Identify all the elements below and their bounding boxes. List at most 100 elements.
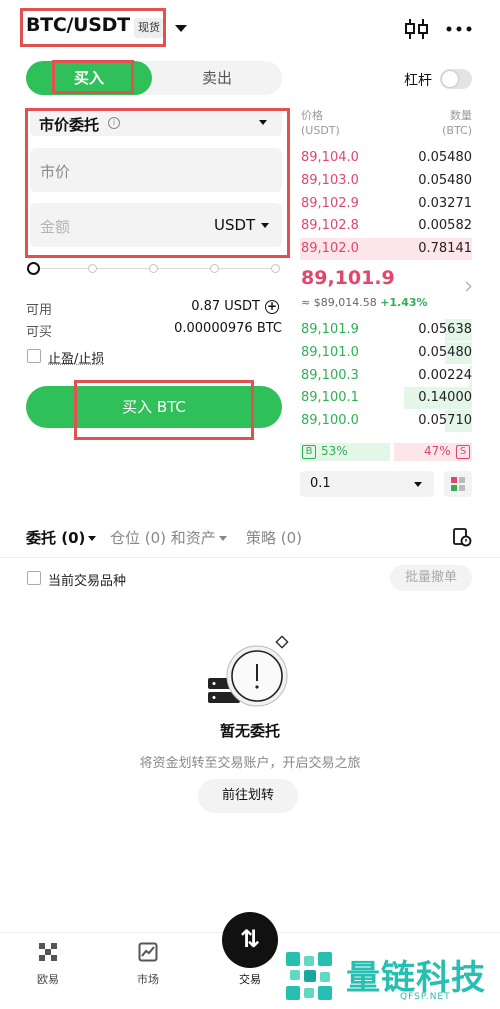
book-layout-icon [451,477,465,491]
price-unit: (USDT) [301,124,340,137]
sell-tab[interactable]: 卖出 [152,61,282,95]
bid-row[interactable]: 89,101.0 0.05480 [300,341,472,364]
qty-unit: (BTC) [442,124,472,137]
pair-dropdown-icon[interactable] [175,25,187,32]
batch-cancel-button[interactable]: 批量撤单 [390,565,472,591]
trading-pair-title[interactable]: BTC/USDT [26,14,130,36]
current-symbol-checkbox[interactable] [27,571,41,585]
tab-orders-label: 委托 (0) [26,529,86,547]
depth-step-value: 0.1 [310,476,331,491]
info-icon[interactable]: i [108,117,120,129]
ask-qty: 0.78141 [418,241,472,257]
buyable-label: 可买 [26,325,53,340]
sell-badge: S [456,445,470,459]
slider-step-100[interactable] [271,264,280,273]
bid-row[interactable]: 89,101.9 0.05638 [300,319,472,341]
market-icon[interactable] [138,942,158,962]
watermark-subtext: QFSP.NET [400,992,451,1002]
ask-row[interactable]: 89,102.8 0.00582 [300,215,472,237]
bid-price: 89,100.1 [301,390,359,406]
amount-field[interactable]: 金额 USDT [30,203,282,247]
ask-qty: 0.05480 [418,150,472,165]
bid-row[interactable]: 89,100.3 0.00224 [300,364,472,387]
more-icon[interactable] [446,26,472,32]
nav-market-label[interactable]: 市场 [118,971,178,987]
slider-step-50[interactable] [149,264,158,273]
empty-orders-illustration [208,635,289,707]
ask-qty: 0.03271 [418,195,472,211]
bid-qty: 0.05480 [418,344,472,360]
reference-price: ≈ $89,014.58 +1.43% [301,296,428,309]
transfer-button[interactable]: 前往划转 [198,779,298,813]
bid-qty: 0.05710 [418,413,472,429]
tab-orders[interactable]: 委托 (0) [26,527,97,548]
sell-ratio: 47% [424,444,451,458]
bid-qty: 0.00224 [418,367,472,383]
add-funds-icon[interactable]: + [265,300,279,314]
reference-price-value: ≈ $89,014.58 [301,296,377,309]
amount-slider-handle[interactable] [27,262,40,275]
slider-step-25[interactable] [88,264,97,273]
buy-btc-button[interactable]: 买入 BTC [26,386,282,428]
ask-price: 89,102.0 [301,241,359,257]
ask-row[interactable]: 89,102.0 0.78141 [300,238,472,261]
nav-home-label[interactable]: 欧易 [18,971,78,987]
spot-badge: 现货 [134,18,164,38]
depth-caret-icon [414,482,422,487]
ask-row[interactable]: 89,102.9 0.03271 [300,193,472,215]
empty-state-description: 将资金划转至交易账户，开启交易之旅 [139,756,361,771]
bid-price: 89,100.0 [301,413,359,429]
buy-tab[interactable]: 买入 [26,61,152,95]
ask-price: 89,103.0 [301,172,359,188]
price-change: +1.43% [380,296,428,309]
ask-row[interactable]: 89,103.0 0.05480 [300,170,472,192]
available-value: 0.87 USDT [191,299,260,314]
amount-unit-caret-icon[interactable] [261,223,269,228]
qty-header: 数量 [450,109,472,122]
watermark-logo [286,952,332,1000]
amount-placeholder: 金额 [40,218,71,236]
tab-orders-caret-icon [88,536,97,541]
tab-positions-label: 仓位 (0) 和资产 [110,529,216,547]
buy-badge: B [302,445,316,459]
last-price: 89,101.9 [301,267,395,289]
ask-price: 89,104.0 [301,150,359,165]
depth-step-select[interactable]: 0.1 [300,471,434,497]
empty-state-title: 暂无委托 [219,722,280,740]
bid-price: 89,100.3 [301,367,359,383]
price-header: 价格 [301,109,323,122]
ask-qty: 0.05480 [418,172,472,188]
buy-ratio: 53% [321,444,348,458]
tpsl-checkbox[interactable] [27,349,41,363]
tabs-divider [0,557,500,558]
trade-icon[interactable]: ⇅ [222,912,278,968]
bid-qty: 0.05638 [418,322,472,337]
slider-step-75[interactable] [210,264,219,273]
tab-strategy[interactable]: 策略 (0) [246,527,302,548]
nav-trade-label[interactable]: 交易 [220,971,280,987]
candlestick-chart-icon[interactable] [404,17,430,41]
order-type-label: 市价委托 [39,116,100,134]
price-placeholder: 市价 [40,163,71,181]
ask-qty: 0.00582 [418,218,472,234]
tpsl-label[interactable]: 止盈/止损 [48,348,104,367]
bid-price: 89,101.0 [301,344,359,360]
bid-row[interactable]: 89,100.0 0.05710 [300,410,472,433]
order-type-caret-icon [259,120,267,125]
bid-price: 89,101.9 [301,322,359,337]
book-layout-button[interactable] [444,471,472,497]
leverage-switch-knob [442,71,458,87]
buyable-value: 0.00000976 BTC [174,321,282,336]
ask-row[interactable]: 89,104.0 0.05480 [300,147,472,169]
amount-unit-select[interactable]: USDT [214,216,255,234]
bid-qty: 0.14000 [418,390,472,406]
chevron-right-icon[interactable] [461,281,472,292]
ask-price: 89,102.9 [301,195,359,211]
okx-home-icon[interactable] [38,942,58,962]
ask-price: 89,102.8 [301,218,359,234]
bid-row[interactable]: 89,100.1 0.14000 [300,387,472,410]
price-field[interactable]: 市价 [30,148,282,192]
tab-positions[interactable]: 仓位 (0) 和资产 [110,527,227,548]
leverage-label: 杠杆 [404,73,432,89]
order-history-icon[interactable] [452,527,472,547]
